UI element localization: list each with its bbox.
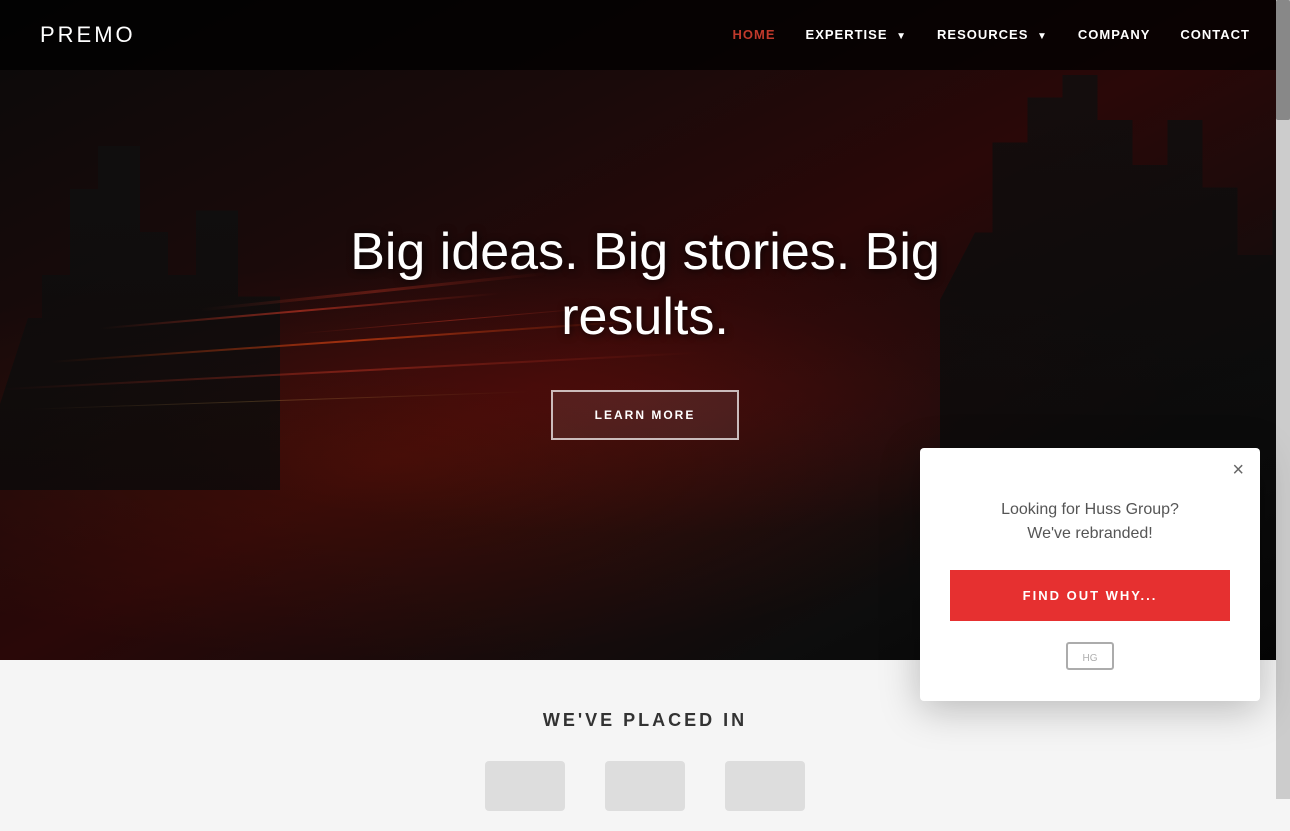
hero-title: Big ideas. Big stories. Big results. <box>345 220 945 350</box>
logo[interactable]: PREMO <box>40 22 136 48</box>
nav-link-company[interactable]: COMPANY <box>1078 27 1150 42</box>
svg-text:HG: HG <box>1083 653 1098 664</box>
hero-content: Big ideas. Big stories. Big results. LEA… <box>345 220 945 440</box>
modal-body: Looking for Huss Group? We've rebranded!… <box>920 448 1260 701</box>
nav-item-company: COMPANY <box>1078 26 1150 44</box>
nav-item-home: HOME <box>733 26 776 44</box>
nav-item-resources: RESOURCES ▼ <box>937 26 1048 44</box>
nav-link-resources[interactable]: RESOURCES ▼ <box>937 27 1048 42</box>
rebrand-modal: × Looking for Huss Group? We've rebrande… <box>920 448 1260 701</box>
scrollbar-thumb[interactable] <box>1276 0 1290 120</box>
modal-icon-row: HG <box>950 641 1230 671</box>
modal-close-button[interactable]: × <box>1232 460 1244 480</box>
nav-link-home[interactable]: HOME <box>733 27 776 42</box>
nav-link-contact[interactable]: CONTACT <box>1180 27 1250 42</box>
logos-row <box>40 761 1250 811</box>
modal-cta-button[interactable]: FIND OUT WHY... <box>950 570 1230 621</box>
nav-link-expertise[interactable]: EXPERTISE ▼ <box>806 27 908 42</box>
nav-links: HOME EXPERTISE ▼ RESOURCES ▼ COMPANY CON… <box>733 26 1250 44</box>
hero-cta-button[interactable]: LEARN MORE <box>551 390 740 440</box>
chevron-down-icon: ▼ <box>1037 31 1048 42</box>
scrollbar[interactable] <box>1276 0 1290 799</box>
navbar: PREMO HOME EXPERTISE ▼ RESOURCES ▼ COMPA… <box>0 0 1290 70</box>
chevron-down-icon: ▼ <box>896 31 907 42</box>
nav-item-expertise: EXPERTISE ▼ <box>806 26 908 44</box>
placed-in-title: WE'VE PLACED IN <box>40 710 1250 731</box>
partner-logo <box>485 761 565 811</box>
page-wrapper: PREMO HOME EXPERTISE ▼ RESOURCES ▼ COMPA… <box>0 0 1290 831</box>
partner-logo <box>605 761 685 811</box>
modal-message: Looking for Huss Group? We've rebranded! <box>950 498 1230 546</box>
huss-group-icon: HG <box>1065 641 1115 671</box>
partner-logo <box>725 761 805 811</box>
nav-item-contact: CONTACT <box>1180 26 1250 44</box>
